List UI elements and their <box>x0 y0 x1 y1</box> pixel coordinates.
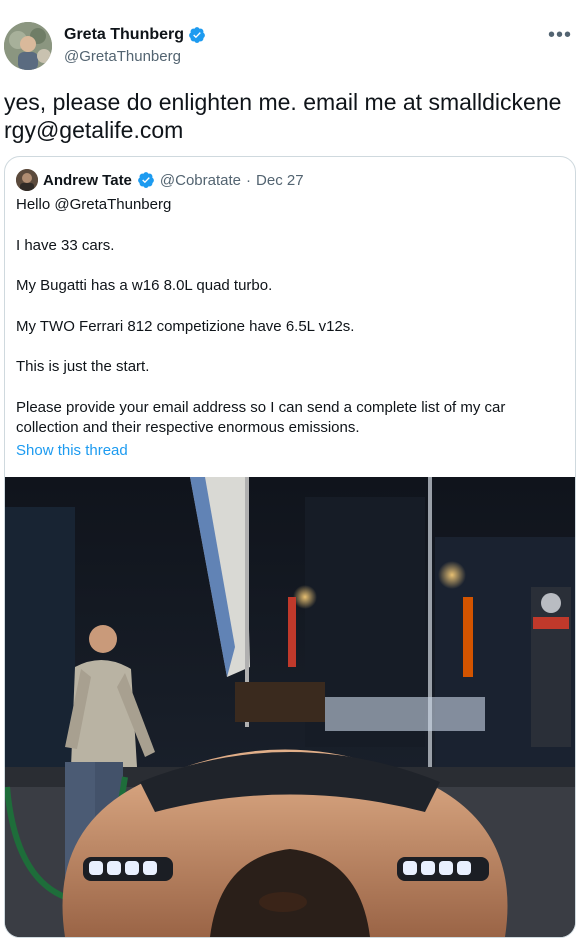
quoted-author-handle[interactable]: @Cobratate <box>160 172 241 189</box>
quoted-paragraph: My Bugatti has a w16 8.0L quad turbo. <box>16 277 273 295</box>
show-thread-link[interactable]: Show this thread <box>16 442 128 459</box>
quoted-tweet-card[interactable]: Andrew Tate @Cobratate · Dec 27 Hello @G… <box>4 156 576 938</box>
author-avatar[interactable] <box>4 22 52 70</box>
quoted-paragraph: I have 33 cars. <box>16 236 115 254</box>
quoted-paragraph: This is just the start. <box>16 358 150 376</box>
quoted-paragraph: Please provide your email address so I c… <box>16 398 506 436</box>
quoted-paragraph: My TWO Ferrari 812 competizione have 6.5… <box>16 317 355 335</box>
author-display-name[interactable]: Greta Thunberg <box>64 26 184 44</box>
quoted-tweet-date[interactable]: Dec 27 <box>256 172 304 189</box>
quoted-tweet-header: Andrew Tate @Cobratate · Dec 27 <box>16 169 304 191</box>
quoted-tweet-body: Hello @GretaThunberg I have 33 cars. My … <box>16 195 564 459</box>
more-options-icon[interactable]: ••• <box>548 24 572 47</box>
quoted-avatar-image <box>16 169 38 191</box>
tweet-text: yes, please do enlighten me. email me at… <box>4 89 562 143</box>
author-name-row: Greta Thunberg <box>64 26 206 44</box>
avatar-image <box>4 22 52 70</box>
quoted-verified-badge-icon <box>138 172 154 188</box>
quoted-tweet-photo[interactable] <box>5 477 575 937</box>
quoted-paragraph: Hello @GretaThunberg <box>16 196 172 213</box>
meta-separator: · <box>246 171 252 189</box>
quoted-author-name[interactable]: Andrew Tate <box>43 172 132 189</box>
quoted-author-avatar[interactable] <box>16 169 38 191</box>
verified-badge-icon <box>189 27 205 43</box>
author-handle[interactable]: @GretaThunberg <box>64 48 181 65</box>
